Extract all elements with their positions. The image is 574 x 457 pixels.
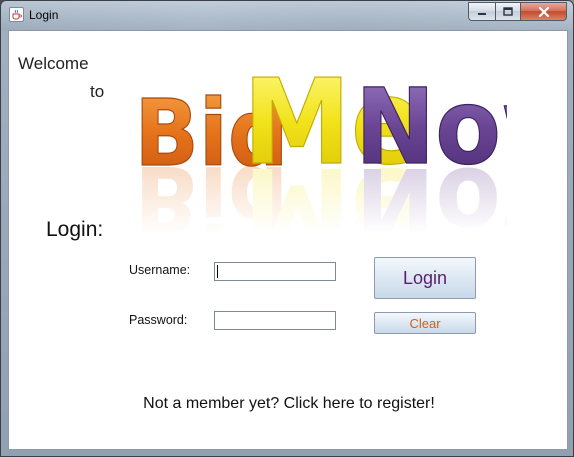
title-bar[interactable]: Login	[1, 1, 573, 28]
login-heading: Login:	[46, 218, 104, 241]
close-button[interactable]	[521, 2, 567, 21]
java-cup-icon	[9, 7, 24, 22]
username-label: Username:	[129, 263, 191, 277]
login-window: Login Welcome to Bid Me No Login: Userna…	[0, 0, 574, 457]
welcome-text: Welcome	[18, 54, 89, 73]
window-controls	[468, 2, 567, 21]
maximize-icon	[503, 7, 513, 16]
window-title: Login	[29, 8, 59, 22]
username-input[interactable]	[214, 262, 336, 281]
register-link[interactable]: Not a member yet? Click here to register…	[9, 395, 569, 413]
maximize-button[interactable]	[495, 2, 521, 21]
bidmenow-logo: Bid Me Now Bid Me Now	[127, 33, 574, 278]
minimize-button[interactable]	[468, 2, 495, 21]
minimize-icon	[478, 12, 486, 15]
content-panel: Welcome to Bid Me No Login: Username: Pa…	[8, 30, 574, 450]
clear-button[interactable]: Clear	[374, 312, 476, 334]
password-label: Password:	[129, 313, 188, 327]
welcome-to-text: to	[90, 82, 105, 101]
text-caret	[217, 265, 218, 278]
close-icon	[538, 6, 549, 17]
login-button[interactable]: Login	[374, 257, 476, 299]
password-input[interactable]	[214, 311, 336, 330]
